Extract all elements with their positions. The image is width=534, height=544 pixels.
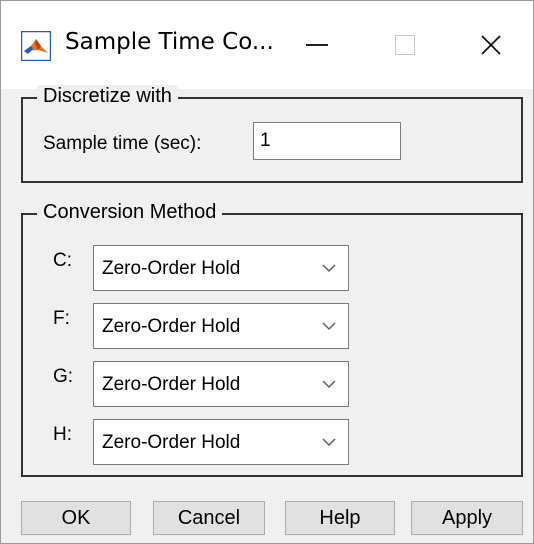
apply-button[interactable]: Apply xyxy=(411,501,523,535)
minimize-icon xyxy=(306,44,328,46)
conversion-legend: Conversion Method xyxy=(37,201,223,224)
title-bar[interactable]: Sample Time Co... xyxy=(1,1,533,89)
method-select-f[interactable]: Zero-Order Hold xyxy=(93,303,349,349)
sample-time-input[interactable] xyxy=(253,122,401,160)
conversion-method-panel: Conversion Method C: Zero-Order Hold F: … xyxy=(21,201,523,477)
discretize-panel: Discretize with Sample time (sec): xyxy=(21,85,523,183)
method-select-c[interactable]: Zero-Order Hold xyxy=(93,245,349,291)
chevron-down-icon xyxy=(322,264,336,273)
row-label-f: F: xyxy=(53,308,70,329)
ok-button[interactable]: OK xyxy=(21,501,131,535)
row-label-g: G: xyxy=(53,366,74,387)
chevron-down-icon xyxy=(322,322,336,331)
maximize-button[interactable] xyxy=(361,1,449,89)
method-select-h[interactable]: Zero-Order Hold xyxy=(93,419,349,465)
sample-time-label: Sample time (sec): xyxy=(43,133,202,154)
close-icon xyxy=(481,35,501,55)
row-label-c: C: xyxy=(53,250,72,271)
close-button[interactable] xyxy=(447,1,534,89)
cancel-button[interactable]: Cancel xyxy=(153,501,265,535)
select-value: Zero-Order Hold xyxy=(102,316,241,337)
select-value: Zero-Order Hold xyxy=(102,258,241,279)
matlab-logo-icon xyxy=(20,30,52,62)
chevron-down-icon xyxy=(322,380,336,389)
method-select-g[interactable]: Zero-Order Hold xyxy=(93,361,349,407)
select-value: Zero-Order Hold xyxy=(102,374,241,395)
sample-time-dialog: Sample Time Co... Discretize with Sample… xyxy=(0,0,534,544)
chevron-down-icon xyxy=(322,438,336,447)
help-button[interactable]: Help xyxy=(285,501,395,535)
discretize-legend: Discretize with xyxy=(37,85,178,108)
window-title: Sample Time Co... xyxy=(65,29,274,55)
maximize-icon xyxy=(395,35,415,55)
select-value: Zero-Order Hold xyxy=(102,432,241,453)
minimize-button[interactable] xyxy=(273,1,361,89)
row-label-h: H: xyxy=(53,424,72,445)
